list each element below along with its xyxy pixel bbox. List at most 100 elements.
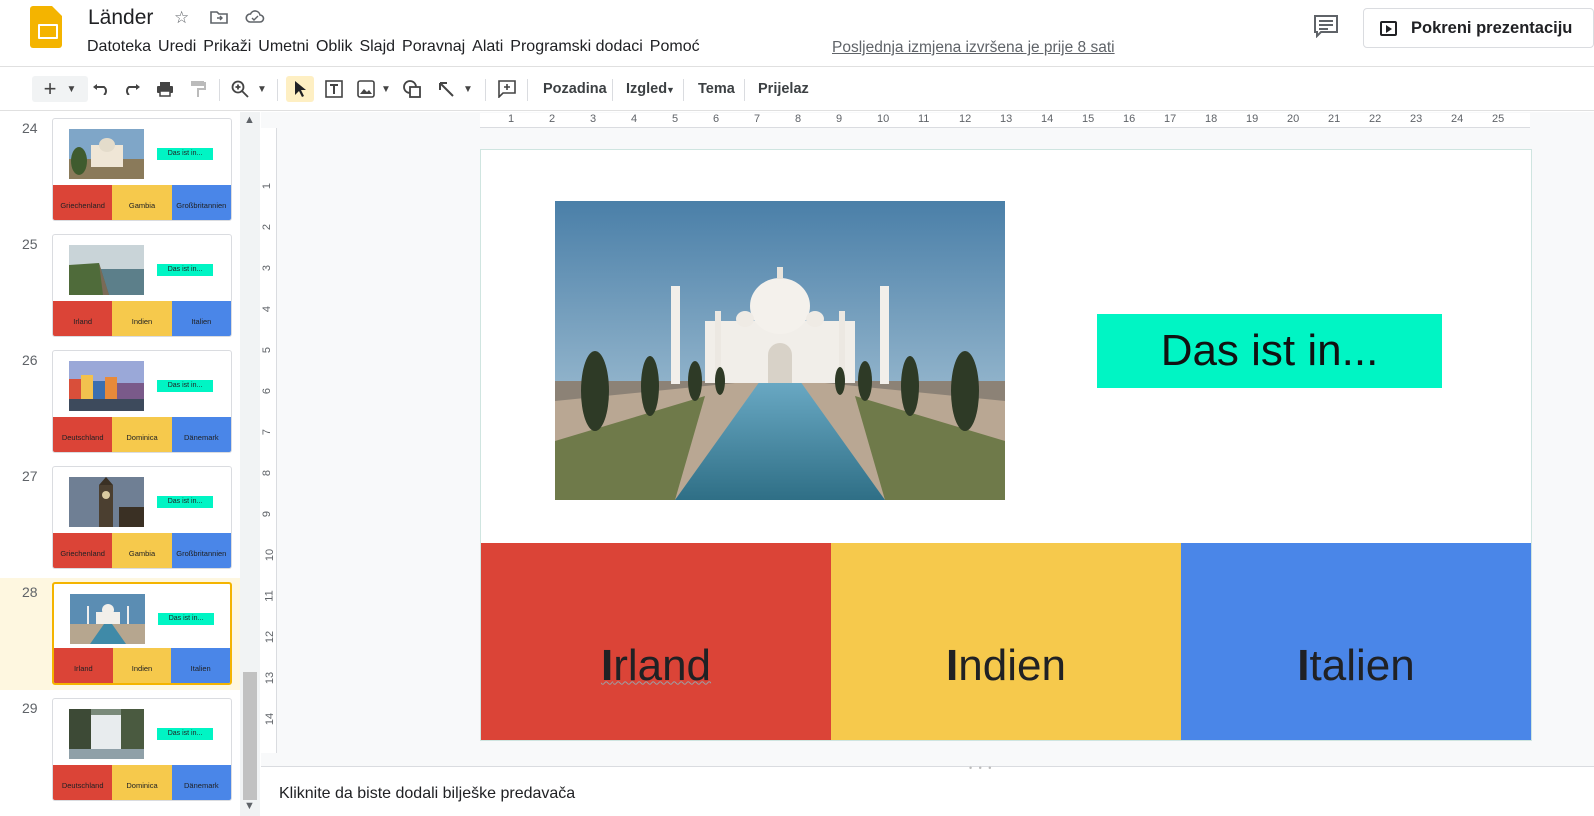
- ruler-tick-label: 9: [836, 113, 843, 125]
- slide-thumbnail-image: [69, 361, 144, 411]
- document-title[interactable]: Länder: [88, 6, 153, 30]
- scroll-up-icon[interactable]: ▲: [244, 114, 255, 126]
- slide-thumbnail[interactable]: Das ist in... Griechenland Gambia Großbrita…: [52, 118, 232, 221]
- present-button[interactable]: Pokreni prezentaciju: [1363, 8, 1594, 48]
- thumbnail-option: Irland: [53, 301, 113, 336]
- last-edit-link[interactable]: Posljednja izmjena izvršena je prije 8 s…: [832, 39, 1115, 57]
- shape-icon[interactable]: [400, 76, 424, 102]
- ruler-tick-label: 5: [672, 113, 679, 125]
- ruler-tick-label: 2: [261, 223, 274, 231]
- slide-thumbnail-image: [70, 594, 145, 644]
- slide-thumbnail-row[interactable]: 25 Das ist in... Irland Indien Italien: [0, 230, 240, 342]
- thumbnail-option: Deutschland: [53, 417, 113, 452]
- insert-image-icon[interactable]: ▼: [354, 76, 394, 102]
- horizontal-ruler[interactable]: 1 2 3 4 5 6 7 8 9 10 11 12 13 14 15 16 17 18 19 20 21 22 23 24 2…: [480, 113, 1530, 128]
- scroll-down-icon[interactable]: ▼: [244, 800, 255, 812]
- answer-initial: I: [1297, 640, 1310, 690]
- slide-thumbnail-row[interactable]: 24 Das ist in... Griechenland Gambia Großbri…: [0, 114, 240, 226]
- ruler-tick-label: 4: [261, 305, 274, 313]
- slide-thumbnail[interactable]: Das ist in... Griechenland Gambia Großbrita…: [52, 466, 232, 569]
- slide-thumbnail-row[interactable]: 27 Das ist in... Griechenland Gambia Großbri…: [0, 462, 240, 574]
- select-tool-icon[interactable]: [286, 76, 314, 102]
- undo-icon[interactable]: [90, 76, 112, 102]
- answer-text: Irland: [601, 641, 711, 691]
- ruler-tick-label: 4: [631, 113, 638, 125]
- layout-dropdown-icon[interactable]: ▼: [666, 85, 675, 95]
- answer-options: Irland Indien Italien: [481, 543, 1531, 740]
- menu-slide[interactable]: Slajd: [359, 38, 402, 60]
- add-comment-icon[interactable]: [495, 76, 519, 102]
- layout-button[interactable]: Izgled: [626, 81, 667, 97]
- thumbnail-label: Das ist in...: [157, 496, 213, 508]
- slide-thumbnail-row[interactable]: 29 Das ist in... Deutschland Dominica Dänema…: [0, 694, 240, 806]
- ruler-tick-label: 14: [264, 712, 277, 726]
- ruler-tick-label: 7: [754, 113, 761, 125]
- slides-logo[interactable]: [30, 6, 62, 48]
- paint-format-icon[interactable]: [187, 76, 209, 102]
- slide-thumbnail-row[interactable]: 28 Das ist in... Irland Indien Italien: [0, 578, 240, 690]
- ruler-tick-label: 18: [1205, 113, 1218, 125]
- vertical-ruler[interactable]: 1 2 3 4 5 6 7 8 9 10 11 12 13 14: [261, 128, 277, 753]
- ruler-tick-label: 10: [877, 113, 890, 125]
- ruler-tick-label: 12: [264, 630, 277, 644]
- ruler-tick-label: 22: [1369, 113, 1382, 125]
- ruler-tick-label: 17: [1164, 113, 1177, 125]
- speaker-notes[interactable]: Kliknite da biste dodali bilješke predav…: [261, 763, 1594, 816]
- zoom-icon[interactable]: [229, 76, 251, 102]
- zoom-dropdown-icon[interactable]: ▼: [255, 76, 269, 102]
- line-tool-icon[interactable]: ▼: [433, 76, 477, 102]
- text-box-icon[interactable]: [322, 76, 346, 102]
- background-button[interactable]: Pozadina: [543, 81, 607, 97]
- slide-thumbnail[interactable]: Das ist in... Deutschland Dominica Dänemark: [52, 698, 232, 801]
- notes-placeholder: Kliknite da biste dodali bilješke predav…: [279, 785, 576, 802]
- answer-option-1[interactable]: Irland: [481, 543, 831, 740]
- menu-tools[interactable]: Alati: [472, 38, 510, 60]
- answer-option-2[interactable]: Indien: [831, 543, 1181, 740]
- answer-text: Indien: [946, 641, 1066, 691]
- menu-file[interactable]: Datoteka: [87, 38, 158, 60]
- redo-icon[interactable]: [121, 76, 143, 102]
- slide-thumbnail[interactable]: Das ist in... Irland Indien Italien: [52, 582, 232, 685]
- current-slide[interactable]: Das ist in... Irland Indien Italien: [480, 149, 1532, 741]
- answer-option-3[interactable]: Italien: [1181, 543, 1531, 740]
- thumbnail-options: Irland Indien Italien: [53, 301, 231, 336]
- cloud-status-icon[interactable]: [245, 9, 265, 29]
- ruler-tick-label: 11: [918, 113, 930, 125]
- thumbnail-option: Gambia: [112, 533, 172, 568]
- slide-thumbnail[interactable]: Das ist in... Deutschland Dominica Dänemark: [52, 350, 232, 453]
- menu-arrange[interactable]: Poravnaj: [402, 38, 472, 60]
- menu-addons[interactable]: Programski dodaci: [510, 38, 650, 60]
- thumbnail-options: Griechenland Gambia Großbritannien: [53, 533, 231, 568]
- menu-edit[interactable]: Uredi: [158, 38, 203, 60]
- theme-button[interactable]: Tema: [698, 81, 735, 97]
- ruler-tick-label: 24: [1451, 113, 1464, 125]
- menu-bar: Datoteka Uredi Prikaži Umetni Oblik Slaj…: [87, 38, 707, 60]
- taj-mahal-image[interactable]: [555, 201, 1005, 500]
- slide-number: 28: [22, 584, 38, 600]
- comments-icon[interactable]: [1313, 14, 1339, 39]
- move-folder-icon[interactable]: [210, 9, 228, 29]
- ruler-tick-label: 9: [261, 510, 274, 518]
- thumbnail-option: Dominica: [112, 765, 172, 800]
- ruler-tick-label: 10: [264, 548, 277, 562]
- filmstrip-scroll-thumb[interactable]: [243, 672, 257, 800]
- answer-rest: rland: [613, 640, 712, 690]
- new-slide-button[interactable]: + ▼: [32, 76, 88, 102]
- print-icon[interactable]: [154, 76, 176, 102]
- menu-view[interactable]: Prikaži: [203, 38, 258, 60]
- menu-insert[interactable]: Umetni: [258, 38, 316, 60]
- answer-rest: talien: [1309, 640, 1415, 690]
- transition-button[interactable]: Prijelaz: [758, 81, 809, 97]
- question-label[interactable]: Das ist in...: [1097, 314, 1442, 388]
- slide-filmstrip: ▲ ▼ 24 Das ist in... Griechenland Gambia Gro…: [0, 112, 260, 816]
- slide-thumbnail[interactable]: Das ist in... Irland Indien Italien: [52, 234, 232, 337]
- menu-format[interactable]: Oblik: [316, 38, 359, 60]
- ruler-tick-label: 19: [1246, 113, 1259, 125]
- star-icon[interactable]: ☆: [174, 9, 189, 27]
- menu-help[interactable]: Pomoć: [650, 38, 707, 60]
- slide-thumbnail-row[interactable]: 26 Das ist in... Deutschland Dominica Dänema…: [0, 346, 240, 458]
- notes-resize-handle[interactable]: • • •: [969, 763, 993, 773]
- thumbnail-option: Italien: [171, 648, 230, 683]
- ruler-tick-label: 25: [1492, 113, 1505, 125]
- thumbnail-option: Griechenland: [53, 533, 113, 568]
